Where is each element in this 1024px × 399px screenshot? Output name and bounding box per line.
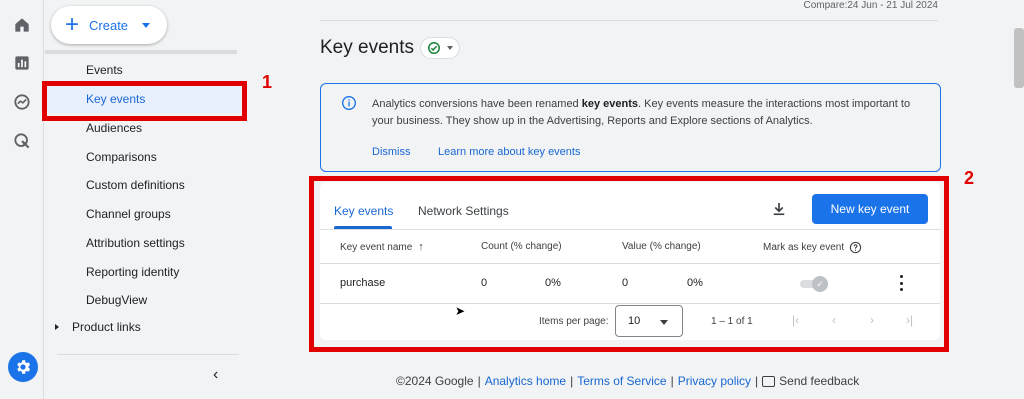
chevron-down-icon <box>142 22 151 28</box>
check-circle-icon <box>428 42 440 54</box>
scrollbar-thumb[interactable] <box>1014 28 1024 88</box>
status-chip[interactable] <box>420 37 460 59</box>
compare-date-range: Compare:24 Jun - 21 Jul 2024 <box>803 0 938 11</box>
privacy-link[interactable]: Privacy policy <box>678 374 751 388</box>
sidebar-item-custom-definitions[interactable]: Custom definitions <box>86 175 185 195</box>
plus-icon: + <box>65 11 80 38</box>
annotation-number-2: 2 <box>964 168 975 188</box>
gear-icon[interactable] <box>8 352 38 382</box>
sidebar-item-attribution-settings[interactable]: Attribution settings <box>86 233 185 253</box>
chevron-down-icon <box>447 46 453 50</box>
explore-icon[interactable] <box>12 92 32 112</box>
sidebar-bottom-divider <box>57 354 239 355</box>
sidebar-item-product-links[interactable]: Product links <box>55 320 141 334</box>
page-title: Key events <box>320 37 460 59</box>
sidebar-item-audiences[interactable]: Audiences <box>86 118 142 138</box>
footer: ©2024 Google | Analytics home | Terms of… <box>396 374 860 388</box>
annotation-box-1 <box>42 81 247 121</box>
footer-copyright: ©2024 Google <box>396 374 474 388</box>
feedback-icon <box>762 375 776 387</box>
expand-arrow-icon <box>55 324 59 330</box>
create-label: Create <box>89 17 129 33</box>
send-feedback-link[interactable]: Send feedback <box>779 374 859 388</box>
product-links-label: Product links <box>72 320 141 334</box>
dismiss-link[interactable]: Dismiss <box>372 146 411 158</box>
info-icon <box>342 96 356 110</box>
left-rail <box>0 0 44 399</box>
sidebar-item-comparisons[interactable]: Comparisons <box>86 147 157 167</box>
header-divider <box>320 20 938 21</box>
sidebar-divider <box>45 50 237 54</box>
sidebar-item-events[interactable]: Events <box>86 60 123 80</box>
reports-icon[interactable] <box>12 53 32 73</box>
learn-more-link[interactable]: Learn more about key events <box>438 146 580 158</box>
advertising-icon[interactable] <box>12 131 32 151</box>
sidebar-item-debugview[interactable]: DebugView <box>86 290 147 310</box>
info-banner: Analytics conversions have been renamed … <box>320 83 941 172</box>
collapse-sidebar-button[interactable]: ‹ <box>213 366 218 384</box>
home-icon[interactable] <box>12 15 32 35</box>
analytics-home-link[interactable]: Analytics home <box>485 374 566 388</box>
create-button[interactable]: + Create <box>51 6 167 44</box>
info-text: Analytics conversions have been renamed … <box>372 98 911 127</box>
terms-link[interactable]: Terms of Service <box>577 374 666 388</box>
annotation-box-2 <box>309 176 949 352</box>
sidebar-item-channel-groups[interactable]: Channel groups <box>86 204 171 224</box>
sidebar: + Create Events Key events Audiences Com… <box>45 0 255 399</box>
sidebar-item-reporting-identity[interactable]: Reporting identity <box>86 262 179 282</box>
page-title-text: Key events <box>320 37 414 58</box>
